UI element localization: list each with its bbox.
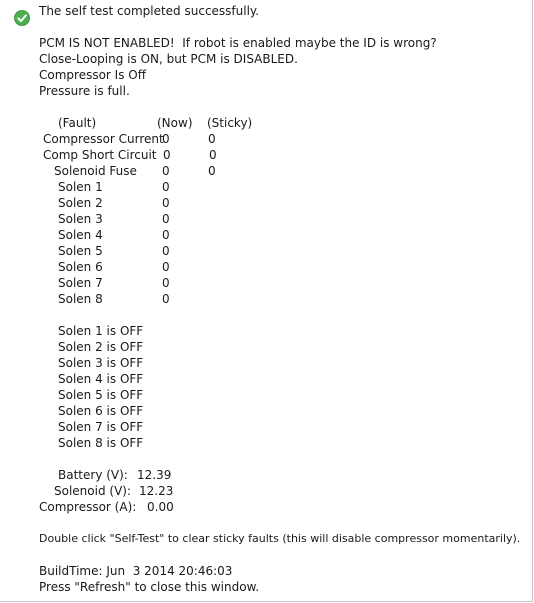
now-column-header: (Now) [157,116,193,130]
fault-name: Solen 7 [58,276,103,290]
solenoid-state: Solen 4 is OFF [58,372,144,386]
solenoid-state: Solen 8 is OFF [58,436,144,450]
clear-faults-hint: Double click "Self-Test" to clear sticky… [39,532,521,545]
notice-compressor: Compressor Is Off [39,68,146,82]
solenoid-state: Solen 5 is OFF [58,388,144,402]
close-window-hint: Press "Refresh" to close this window. [39,580,260,594]
self-test-panel: The self test completed successfully. PC… [0,0,533,602]
solenoid-voltage-label: Solenoid (V): [54,484,132,498]
notice-close-looping: Close-Looping is ON, but PCM is DISABLED… [39,52,298,66]
fault-now-value: 0 [162,276,170,290]
fault-now-value: 0 [162,164,170,178]
fault-sticky-value: 0 [208,164,216,178]
build-time: BuildTime: Jun 3 2014 20:46:03 [39,564,233,578]
fault-column-header: (Fault) [58,116,97,130]
fault-now-value: 0 [162,132,170,146]
fault-name: Compressor Current [43,132,164,146]
compressor-current-value: 0.00 [147,500,174,514]
fault-now-value: 0 [162,292,170,306]
fault-now-value: 0 [162,196,170,210]
fault-name: Solen 5 [58,244,103,258]
fault-now-value: 0 [163,148,171,162]
fault-name: Solen 2 [58,196,103,210]
fault-name: Solen 6 [58,260,103,274]
check-circle-icon [14,10,30,26]
fault-name: Solen 1 [58,180,103,194]
notice-pcm-disabled: PCM IS NOT ENABLED! If robot is enabled … [39,36,437,50]
fault-now-value: 0 [162,212,170,226]
battery-voltage-value: 12.39 [137,468,172,482]
solenoid-state: Solen 3 is OFF [58,356,144,370]
fault-sticky-value: 0 [208,132,216,146]
solenoid-state: Solen 7 is OFF [58,420,144,434]
fault-now-value: 0 [162,180,170,194]
status-message: The self test completed successfully. [39,4,260,18]
solenoid-state: Solen 1 is OFF [58,324,144,338]
sticky-column-header: (Sticky) [207,116,253,130]
fault-name: Solen 4 [58,228,103,242]
compressor-current-label: Compressor (A): [39,500,137,514]
fault-sticky-value: 0 [209,148,217,162]
fault-name: Solen 3 [58,212,103,226]
fault-name: Comp Short Circuit [43,148,157,162]
fault-now-value: 0 [162,244,170,258]
battery-voltage-label: Battery (V): [58,468,128,482]
solenoid-state: Solen 6 is OFF [58,404,144,418]
solenoid-voltage-value: 12.23 [139,484,174,498]
solenoid-state: Solen 2 is OFF [58,340,144,354]
fault-now-value: 0 [162,228,170,242]
fault-name: Solen 8 [58,292,103,306]
fault-name: Solenoid Fuse [54,164,137,178]
fault-now-value: 0 [162,260,170,274]
notice-pressure: Pressure is full. [39,84,130,98]
